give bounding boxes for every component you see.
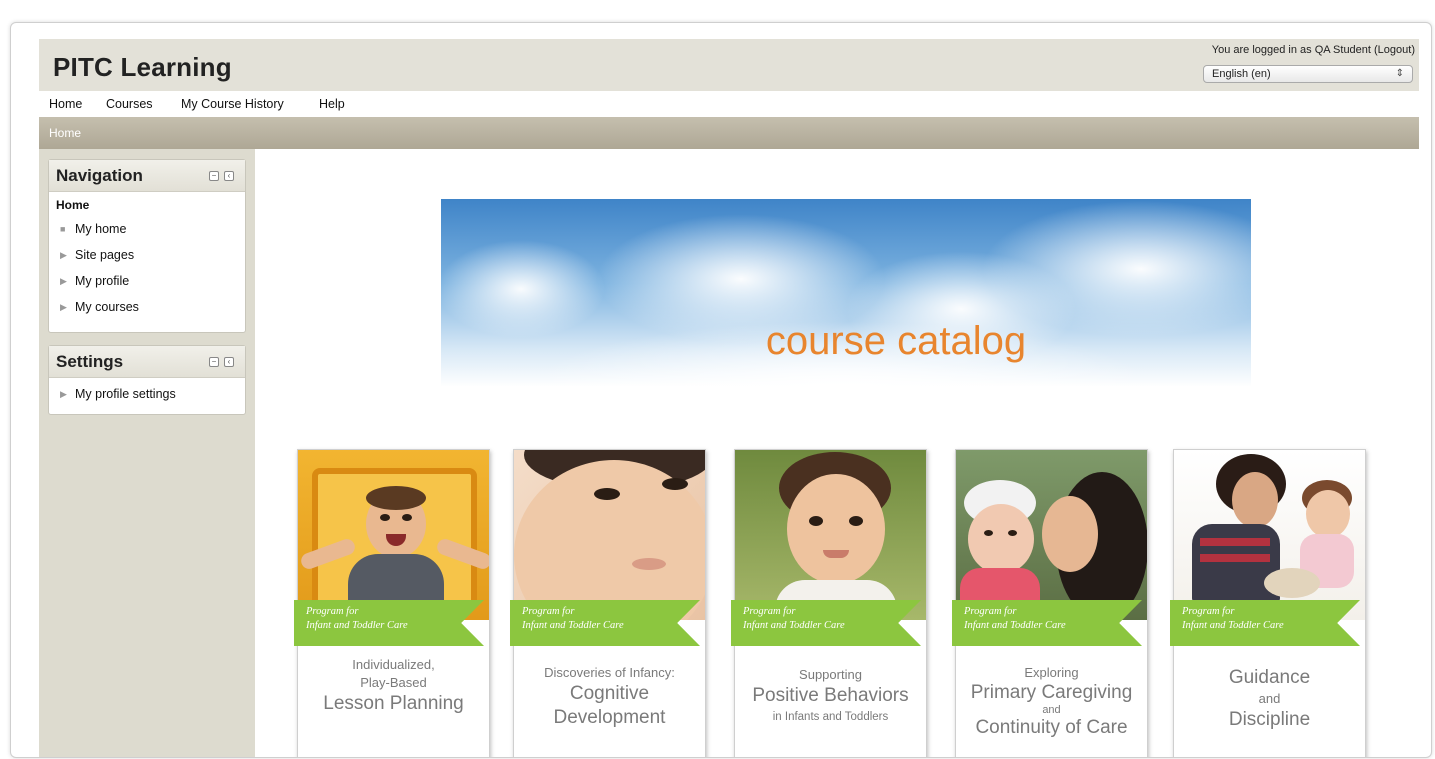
settings-block-header: Settings − ‹ [49,346,245,378]
ribbon-line-2: Infant and Toddler Care [522,620,624,631]
navigation-block-header: Navigation − ‹ [49,160,245,192]
caption-title: Lesson Planning [323,693,464,714]
sidebar: Navigation − ‹ Home ■ My home ▶ Site pag… [39,149,255,757]
nav-item-label: My profile [75,274,130,288]
square-bullet-icon: ■ [60,224,66,234]
course-card-primary-caregiving[interactable]: Program for Infant and Toddler Care Expl… [952,449,1148,757]
caption-title: Development [553,707,666,728]
caption-title: Discipline [1228,709,1311,730]
course-card-lesson-planning[interactable]: Program for Infant and Toddler Care Indi… [294,449,490,757]
program-ribbon: Program for Infant and Toddler Care [952,600,1142,646]
banner-title: course catalog [765,319,1027,363]
ribbon-line-1: Program for [522,606,575,617]
caption-line: Supporting [799,667,862,682]
settings-title: Settings [56,352,124,371]
caption-line: Play-Based [360,675,427,690]
caption-line: and [1042,704,1061,716]
course-caption: Supporting Positive Behaviors in Infants… [735,666,926,726]
expand-arrow-icon: ▶ [60,302,67,312]
ribbon-line-2: Infant and Toddler Care [1182,620,1284,631]
caption-title: Guidance [1228,667,1311,688]
custom-menu: Home Courses My Course History Help [39,91,1419,117]
course-caption: Guidance and Discipline [1174,666,1365,732]
dock-icon[interactable]: ‹ [224,171,234,181]
collapse-icon[interactable]: − [209,357,219,367]
caption-line: Discoveries of Infancy: [544,665,675,680]
breadcrumb: Home [39,117,1419,149]
expand-arrow-icon: ▶ [60,389,67,399]
menu-item-courses[interactable]: Courses [106,97,153,111]
expand-arrow-icon: ▶ [60,250,67,260]
navigation-block-body: Home ■ My home ▶ Site pages ▶ My profile… [49,192,245,333]
language-select[interactable]: English (en) ⇕ [1203,65,1413,83]
program-ribbon: Program for Infant and Toddler Care [731,600,921,646]
course-caption: Exploring Primary Caregiving and Continu… [956,664,1147,739]
navigation-title: Navigation [56,166,143,185]
ribbon-line-1: Program for [1182,606,1235,617]
ribbon-line-1: Program for [743,606,796,617]
course-catalog-banner: course catalog [441,199,1251,387]
course-card-cognitive-development[interactable]: Program for Infant and Toddler Care Disc… [510,449,706,757]
navigation-block: Navigation − ‹ Home ■ My home ▶ Site pag… [48,159,246,333]
course-photo-curly-toddler [735,450,926,620]
course-photo-child-playing [298,450,489,620]
nav-item-label: Site pages [75,248,135,262]
page-header: PITC Learning You are logged in as QA St… [39,39,1419,91]
menu-item-my-course-history[interactable]: My Course History [181,97,284,111]
dock-icon[interactable]: ‹ [224,357,234,367]
nav-item-my-courses[interactable]: ▶ My courses [56,299,238,325]
login-info[interactable]: You are logged in as QA Student (Logout) [1212,44,1415,56]
course-card-positive-behaviors[interactable]: Program for Infant and Toddler Care Supp… [731,449,927,757]
nav-item-my-profile[interactable]: ▶ My profile [56,273,238,299]
program-ribbon: Program for Infant and Toddler Care [1170,600,1360,646]
course-caption: Discoveries of Infancy: Cognitive Develo… [514,664,705,730]
caption-line: Individualized, [352,657,435,672]
menu-item-home[interactable]: Home [49,97,82,111]
language-selected-value: English (en) [1212,68,1271,80]
program-ribbon: Program for Infant and Toddler Care [510,600,700,646]
course-card-guidance-discipline[interactable]: Program for Infant and Toddler Care Guid… [1170,449,1366,757]
ribbon-line-1: Program for [306,606,359,617]
caption-title: Cognitive [569,683,650,704]
main-content: course catalog Program for Infant and To… [255,149,1419,757]
nav-item-label: My home [75,222,127,236]
course-photo-baby-closeup [514,450,705,620]
nav-home-link[interactable]: Home [56,198,238,212]
select-arrows-icon: ⇕ [1395,68,1404,79]
program-ribbon: Program for Infant and Toddler Care [294,600,484,646]
course-photo-mother-baby [956,450,1147,620]
caption-title: Continuity of Care [975,717,1128,738]
browser-frame: PITC Learning You are logged in as QA St… [10,22,1432,758]
nav-item-label: My profile settings [75,387,176,401]
menu-item-help[interactable]: Help [319,97,345,111]
ribbon-line-1: Program for [964,606,1017,617]
ribbon-line-2: Infant and Toddler Care [306,620,408,631]
caption-line: in Infants and Toddlers [772,711,889,723]
collapse-icon[interactable]: − [209,171,219,181]
caption-title: Primary Caregiving [970,682,1133,703]
nav-item-my-profile-settings[interactable]: ▶ My profile settings [56,386,238,412]
course-photo-caregiver-toddler [1174,450,1365,620]
ribbon-line-2: Infant and Toddler Care [964,620,1066,631]
breadcrumb-home[interactable]: Home [49,126,81,140]
site-title[interactable]: PITC Learning [53,52,232,83]
ribbon-line-2: Infant and Toddler Care [743,620,845,631]
caption-line: and [1258,691,1281,706]
expand-arrow-icon: ▶ [60,276,67,286]
caption-line: Exploring [1024,665,1079,680]
nav-item-site-pages[interactable]: ▶ Site pages [56,247,238,273]
nav-item-label: My courses [75,300,139,314]
settings-block-body: ▶ My profile settings [49,378,245,420]
nav-item-my-home[interactable]: ■ My home [56,221,238,247]
course-caption: Individualized, Play-Based Lesson Planni… [298,656,489,716]
settings-block: Settings − ‹ ▶ My profile settings [48,345,246,415]
caption-title: Positive Behaviors [752,685,909,706]
